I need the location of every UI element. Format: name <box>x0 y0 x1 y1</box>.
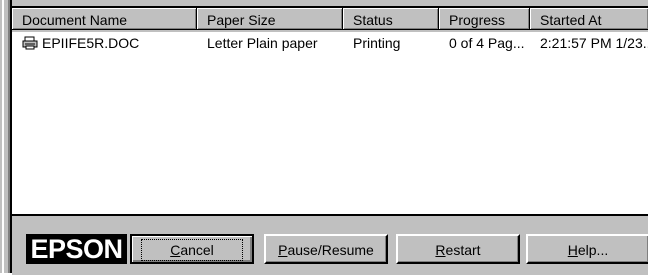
print-job-list[interactable]: Document Name Paper Size Status Progress… <box>12 6 648 216</box>
button-bar: EPSON Cancel Pause/Resume Restart Help..… <box>12 214 648 275</box>
pause-resume-button-label: Pause/Resume <box>278 242 374 258</box>
job-started-at: 2:21:57 PM 1/23... <box>540 35 648 51</box>
column-header-paper-size[interactable]: Paper Size <box>197 8 343 30</box>
job-paper-size: Letter Plain paper <box>207 35 318 51</box>
job-status: Printing <box>353 35 401 51</box>
column-header-progress[interactable]: Progress <box>439 8 530 30</box>
restart-button[interactable]: Restart <box>396 234 520 264</box>
help-button[interactable]: Help... <box>526 234 648 264</box>
pause-resume-button[interactable]: Pause/Resume <box>264 234 388 264</box>
column-header-status[interactable]: Status <box>343 8 439 30</box>
cancel-button-label: Cancel <box>141 239 243 261</box>
job-progress: 0 of 4 Pag... <box>449 35 525 51</box>
column-header-document-name[interactable]: Document Name <box>12 8 197 30</box>
print-queue-window: Document Name Paper Size Status Progress… <box>0 0 648 275</box>
document-icon <box>22 36 38 50</box>
epson-logo: EPSON <box>26 234 127 264</box>
column-header-row: Document Name Paper Size Status Progress… <box>12 8 648 32</box>
window-left-border <box>0 0 12 273</box>
restart-button-label: Restart <box>435 242 481 258</box>
column-header-started-at[interactable]: Started At <box>530 8 648 30</box>
cancel-button[interactable]: Cancel <box>130 234 254 264</box>
table-row[interactable]: EPIIFE5R.DOC Letter Plain paper Printing… <box>12 32 648 54</box>
help-button-label: Help... <box>567 242 609 258</box>
job-document-name: EPIIFE5R.DOC <box>42 35 140 51</box>
